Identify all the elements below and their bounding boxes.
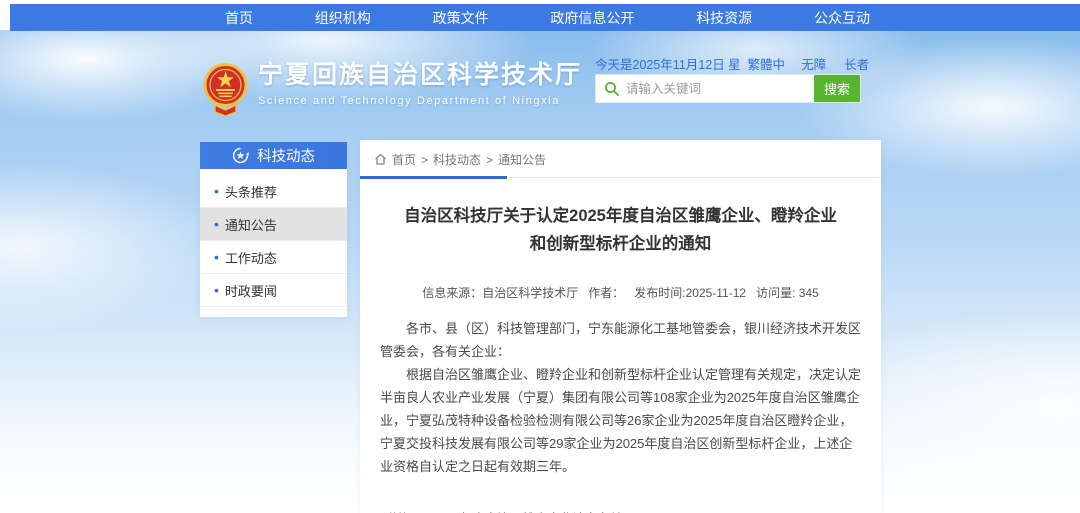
article-title: 自治区科技厅关于认定2025年度自治区雏鹰企业、瞪羚企业 和创新型标杆企业的通知 (360, 202, 881, 258)
national-emblem-icon (203, 58, 248, 120)
breadcrumb-underline (360, 176, 507, 179)
bullet-icon: • (214, 183, 219, 199)
sidebar-header: 科技动态 (200, 142, 347, 169)
search-button[interactable]: 搜索 (814, 75, 860, 102)
attachment-link-1[interactable]: 1.2025年度自治区雏鹰企业认定名单 (422, 508, 660, 513)
bullet-icon: • (214, 249, 219, 265)
home-icon (374, 153, 387, 166)
site-title: 宁夏回族自治区科学技术厅 (258, 58, 582, 92)
top-navigation: 首页 组织机构 政策文件 政府信息公开 科技资源 公众互动 (10, 4, 1080, 31)
sidebar-item-notices[interactable]: • 通知公告 (200, 208, 347, 241)
article-body: 各市、县（区）科技管理部门，宁东能源化工基地管委会，银川经济技术开发区管委会，各… (360, 301, 881, 478)
main-content-panel: 首页 > 科技动态 > 通知公告 自治区科技厅关于认定2025年度自治区雏鹰企业… (360, 140, 881, 513)
paragraph: 根据自治区雏鹰企业、瞪羚企业和创新型标杆企业认定管理有关规定，决定认定半亩良人农… (380, 363, 861, 478)
nav-item-home[interactable]: 首页 (225, 8, 253, 28)
meta-visit-count: 访问量: 345 (756, 284, 819, 301)
bullet-icon: • (214, 282, 219, 298)
nav-item-gov-info[interactable]: 政府信息公开 (550, 8, 634, 28)
sidebar-item-work-news[interactable]: • 工作动态 (200, 241, 347, 274)
page: 首页 组织机构 政策文件 政府信息公开 科技资源 公众互动 宁夏回族自治区科学技… (0, 0, 1080, 513)
sidebar-item-politics-news[interactable]: • 时政要闻 (200, 274, 347, 307)
nav-item-resources[interactable]: 科技资源 (696, 8, 752, 28)
search-icon (604, 81, 620, 97)
sidebar: 科技动态 • 头条推荐 • 通知公告 • 工作动态 • 时政要闻 (200, 142, 347, 317)
breadcrumb: 首页 > 科技动态 > 通知公告 (360, 140, 881, 178)
nav-item-policy[interactable]: 政策文件 (433, 8, 489, 28)
site-logo-link[interactable]: 宁夏回族自治区科学技术厅 Science and Technology Depa… (203, 58, 582, 120)
search-input[interactable] (626, 82, 814, 96)
paragraph: 各市、县（区）科技管理部门，宁东能源化工基地管委会，银川经济技术开发区管委会，各… (380, 317, 861, 363)
nav-item-organization[interactable]: 组织机构 (315, 8, 371, 28)
meta-author: 作者： (588, 284, 624, 301)
sidebar-item-headlines[interactable]: • 头条推荐 (200, 175, 347, 208)
breadcrumb-section[interactable]: 科技动态 (433, 151, 481, 168)
meta-publish-date: 发布时间:2025-11-12 (634, 284, 746, 301)
meta-source: 信息来源：自治区科学技术厅 (422, 284, 578, 301)
site-subtitle: Science and Technology Department of Nin… (258, 95, 582, 107)
star-circle-icon (232, 147, 249, 164)
bullet-icon: • (214, 216, 219, 232)
attachments-label: 附件： (384, 508, 422, 513)
breadcrumb-home[interactable]: 首页 (392, 151, 416, 168)
attachments-block: 附件： 1.2025年度自治区雏鹰企业认定名单 2.2025年度自治区瞪羚企业认… (384, 508, 881, 513)
search-bar: 搜索 (595, 74, 861, 103)
nav-item-interaction[interactable]: 公众互动 (814, 8, 870, 28)
article-meta: 信息来源：自治区科学技术厅 作者： 发布时间:2025-11-12 访问量: 3… (360, 284, 881, 301)
breadcrumb-current: 通知公告 (498, 151, 546, 168)
sidebar-title: 科技动态 (257, 145, 315, 166)
